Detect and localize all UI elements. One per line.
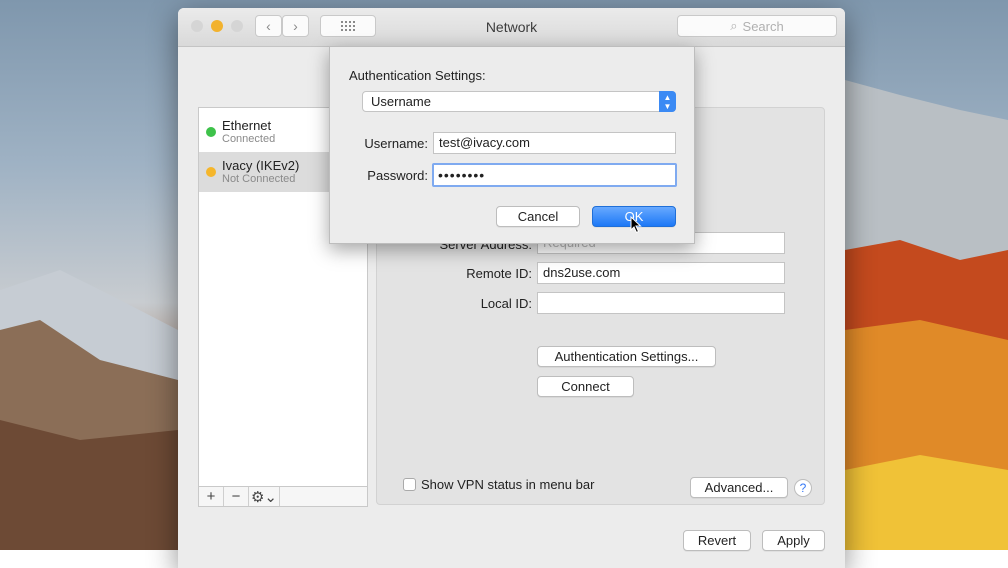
chevron-right-icon: › — [293, 18, 298, 34]
show-all-button[interactable] — [320, 15, 376, 37]
search-field[interactable]: ⌕ Search — [677, 15, 837, 37]
remote-id-label: Remote ID: — [466, 266, 532, 281]
advanced-button[interactable]: Advanced... — [690, 477, 788, 498]
titlebar: ‹ › Network ⌕ Search — [178, 8, 845, 47]
authentication-settings-sheet: Authentication Settings: Username ▲ ▼ Use… — [329, 46, 695, 244]
show-vpn-status-checkbox[interactable] — [403, 478, 416, 491]
local-id-input[interactable] — [537, 292, 785, 314]
local-id-label: Local ID: — [480, 296, 532, 311]
minimize-button[interactable] — [211, 20, 223, 32]
remote-id-input[interactable]: dns2use.com — [537, 262, 785, 284]
authentication-settings-button[interactable]: Authentication Settings... — [537, 346, 716, 367]
close-button[interactable] — [191, 20, 203, 32]
search-placeholder: Search — [742, 18, 784, 34]
service-name: Ethernet — [222, 118, 272, 133]
grid-icon — [341, 21, 355, 31]
auth-method-popup[interactable]: Username ▲ ▼ — [362, 91, 676, 112]
status-dot-icon — [206, 127, 216, 137]
password-label: Password: — [367, 168, 428, 183]
updown-arrows-icon: ▲ ▼ — [659, 91, 676, 112]
chevron-left-icon: ‹ — [266, 18, 271, 34]
username-input[interactable]: test@ivacy.com — [433, 132, 676, 154]
maximize-button[interactable] — [231, 20, 243, 32]
auth-method-value: Username — [371, 94, 431, 109]
remove-service-button[interactable]: − — [224, 487, 249, 506]
add-service-button[interactable]: + — [199, 487, 224, 506]
cancel-button[interactable]: Cancel — [496, 206, 580, 227]
forward-button[interactable]: › — [282, 15, 309, 37]
show-vpn-status-label: Show VPN status in menu bar — [421, 477, 595, 492]
service-status: Not Connected — [222, 173, 296, 185]
status-dot-icon — [206, 167, 216, 177]
password-input[interactable]: •••••••• — [432, 163, 677, 187]
apply-button[interactable]: Apply — [762, 530, 825, 551]
connect-button[interactable]: Connect — [537, 376, 634, 397]
auth-settings-heading: Authentication Settings: — [349, 68, 486, 83]
help-button[interactable]: ? — [794, 479, 812, 497]
username-label: Username: — [364, 136, 428, 151]
service-status: Connected — [222, 133, 276, 145]
service-name: Ivacy (IKEv2) — [222, 158, 300, 173]
revert-button[interactable]: Revert — [683, 530, 751, 551]
search-icon: ⌕ — [730, 18, 738, 33]
back-button[interactable]: ‹ — [255, 15, 282, 37]
service-list-toolbar: + − ⚙⌄ — [198, 486, 368, 507]
mouse-pointer-icon — [630, 216, 642, 234]
service-actions-gear-button[interactable]: ⚙⌄ — [249, 487, 280, 506]
